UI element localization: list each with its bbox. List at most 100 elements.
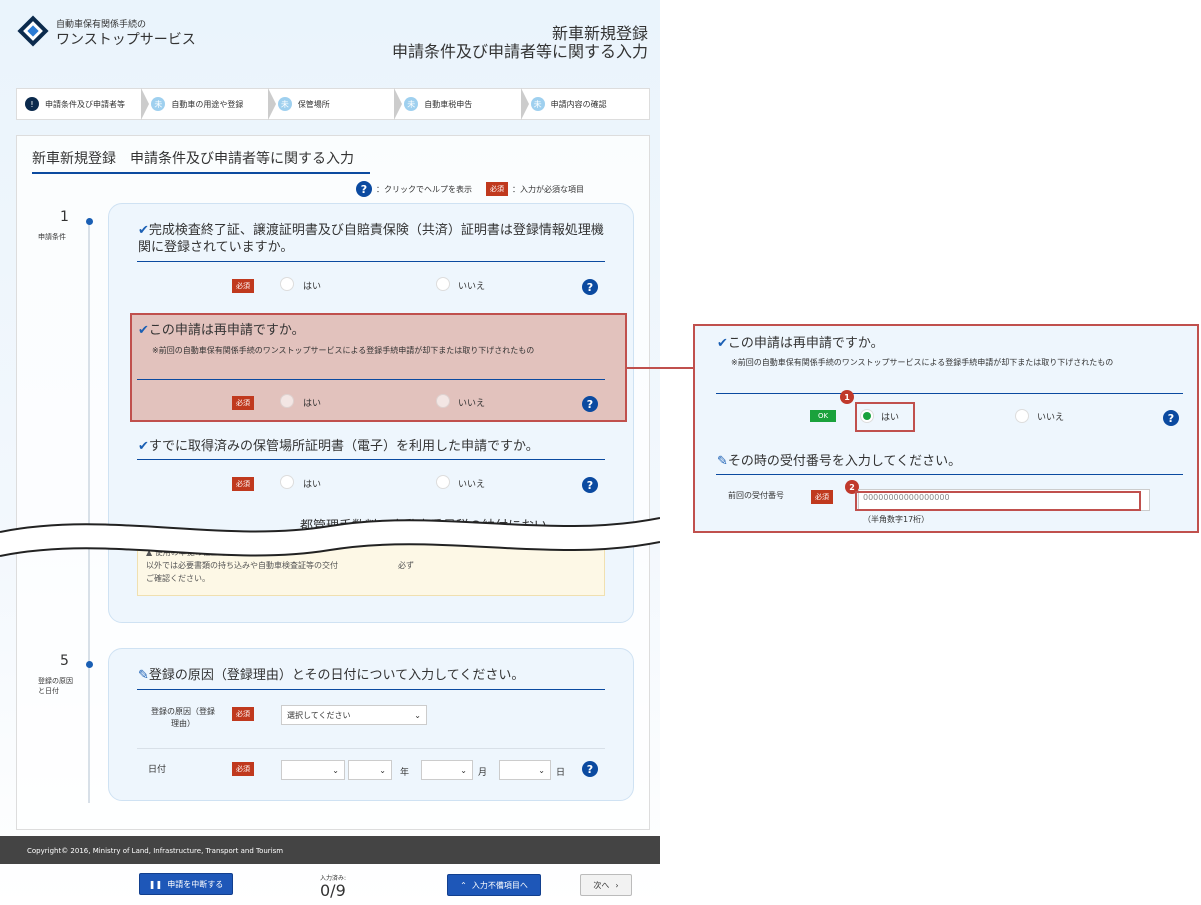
step-label: 申請内容の確認: [550, 99, 607, 109]
zoom-subheading: ✎その時の受付番号を入力してください。: [717, 454, 962, 469]
required-badge: 必須: [232, 762, 254, 776]
pending-icon: 未: [151, 97, 166, 111]
pause-icon: ❚❚: [148, 879, 163, 889]
receipt-number-hint: （半角数字17桁）: [863, 515, 930, 524]
timeline-dot: [86, 218, 93, 225]
radio-no-label: いいえ: [458, 480, 486, 490]
step-2[interactable]: 未自動車の用途や登録: [143, 88, 277, 120]
footer: Copyright© 2016, Ministry of Land, Infra…: [0, 836, 660, 864]
page-subtitle: 申請条件及び申請者等に関する入力: [391, 42, 648, 61]
month-select[interactable]: ⌄: [421, 760, 473, 780]
year-select[interactable]: ⌄: [348, 760, 392, 780]
required-legend-text: ：入力が必須な項目: [512, 184, 584, 194]
help-icon[interactable]: ?: [582, 396, 598, 412]
radio-yes[interactable]: [280, 394, 294, 408]
section-1-label: 申請条件: [38, 233, 66, 241]
incomplete-items-button[interactable]: ⌃ 入力不備項目へ: [447, 874, 541, 896]
required-badge: 必須: [232, 279, 254, 293]
section-title: 新車新規登録 申請条件及び申請者等に関する入力: [32, 151, 354, 167]
cause-select[interactable]: 選択してください ⌄: [281, 705, 427, 725]
question-3: ✔すでに取得済みの保管場所証明書（電子）を利用した申請ですか。: [138, 439, 539, 454]
callout-highlight-2: [855, 491, 1141, 511]
pause-button[interactable]: ❚❚ 申請を中断する: [139, 873, 233, 895]
divider: [137, 748, 605, 749]
page-break-graphic: [0, 517, 660, 557]
radio-no-label: いいえ: [458, 282, 486, 292]
question-2-note: ※前回の自動車保有関係手続のワンストップサービスによる登録手続申請が却下または取…: [152, 346, 535, 355]
radio-no-label: いいえ: [458, 399, 486, 409]
question-1: ✔完成検査終了証、譲渡証明書及び自賠責保険（共済）証明書は登録情報処理機関に登録…: [138, 223, 604, 255]
day-select[interactable]: ⌄: [499, 760, 551, 780]
divider: [716, 393, 1183, 394]
progress-value: 0/9: [320, 881, 346, 900]
timeline-dot: [86, 661, 93, 668]
radio-no-label: いいえ: [1037, 413, 1065, 423]
zoom-note: ※前回の自動車保有関係手続のワンストップサービスによる登録手続申請が却下または取…: [731, 358, 1114, 367]
divider: [137, 689, 605, 690]
zoom-question: ✔この申請は再申請ですか。: [717, 336, 884, 351]
required-badge: 必須: [232, 477, 254, 491]
step-label: 保管場所: [297, 99, 330, 109]
warning-line3: ご確認ください。: [146, 574, 210, 583]
help-icon[interactable]: ?: [582, 279, 598, 295]
radio-no[interactable]: [436, 394, 450, 408]
help-icon[interactable]: ?: [582, 761, 598, 777]
pending-icon: 未: [277, 97, 292, 111]
step-label: 申請条件及び申請者等: [45, 99, 125, 109]
exclamation-icon: !: [25, 97, 39, 111]
receipt-number-label: 前回の受付番号: [728, 491, 784, 500]
divider: [716, 474, 1183, 475]
marker-1: 1: [840, 390, 854, 404]
step-1[interactable]: ! 申請条件及び申請者等: [17, 88, 150, 120]
divider: [137, 379, 605, 380]
required-badge: 必須: [486, 182, 508, 196]
callout-connector: [627, 367, 693, 369]
required-badge: 必須: [811, 490, 833, 504]
step-label: 自動車税申告: [424, 99, 473, 109]
chevron-down-icon: ⌄: [538, 765, 545, 775]
brand-line2: ワンストップサービス: [56, 32, 196, 48]
chevron-down-icon: ⌄: [332, 765, 339, 775]
era-select[interactable]: ⌄: [281, 760, 345, 780]
chevron-up-icon: ⌃: [460, 880, 467, 890]
next-button[interactable]: 次へ ›: [580, 874, 632, 896]
step-4[interactable]: 未自動車税申告: [396, 88, 530, 120]
divider: [137, 261, 605, 262]
ok-badge: OK: [810, 410, 837, 422]
title-underline: [32, 172, 370, 174]
chevron-down-icon: ⌄: [460, 765, 467, 775]
month-unit: 月: [478, 768, 488, 778]
radio-yes[interactable]: [280, 277, 294, 291]
radio-yes-label: はい: [881, 413, 900, 423]
step-progress-bar: ! 申請条件及び申請者等 未自動車の用途や登録 未保管場所 未自動車税申告 未申請…: [16, 88, 650, 120]
radio-yes-label: はい: [303, 480, 322, 490]
chevron-right-icon: ›: [615, 880, 619, 890]
step-3[interactable]: 未保管場所: [270, 88, 403, 120]
help-icon[interactable]: ?: [1163, 410, 1179, 426]
help-legend-text: ：クリックでヘルプを表示: [376, 184, 472, 194]
legend: ? ：クリックでヘルプを表示 必須 ：入力が必須な項目: [356, 181, 584, 197]
day-unit: 日: [556, 768, 566, 778]
radio-no[interactable]: [436, 277, 450, 291]
required-badge: 必須: [232, 396, 254, 410]
help-icon: ?: [356, 181, 372, 197]
cause-label: 登録の原因（登録理由）: [151, 707, 215, 728]
radio-yes-label: はい: [303, 282, 322, 292]
radio-no[interactable]: [436, 475, 450, 489]
chevron-down-icon: ⌄: [379, 765, 386, 775]
radio-yes-label: はい: [303, 399, 322, 409]
radio-yes-selected[interactable]: [860, 409, 874, 423]
step-label: 自動車の用途や登録: [171, 99, 244, 109]
radio-yes[interactable]: [280, 475, 294, 489]
step-5[interactable]: 未申請内容の確認: [523, 89, 649, 119]
section-5-label: 登録の原因と日付: [38, 677, 73, 695]
help-icon[interactable]: ?: [582, 477, 598, 493]
section-5-number: 5: [60, 653, 69, 669]
pending-icon: 未: [530, 97, 545, 111]
question-2: ✔この申請は再申請ですか。: [138, 323, 305, 338]
date-label: 日付: [148, 765, 167, 775]
logo-icon: [17, 15, 49, 47]
radio-no[interactable]: [1015, 409, 1029, 423]
reason-heading: ✎登録の原因（登録理由）とその日付について入力してください。: [138, 668, 525, 683]
divider: [137, 459, 605, 460]
